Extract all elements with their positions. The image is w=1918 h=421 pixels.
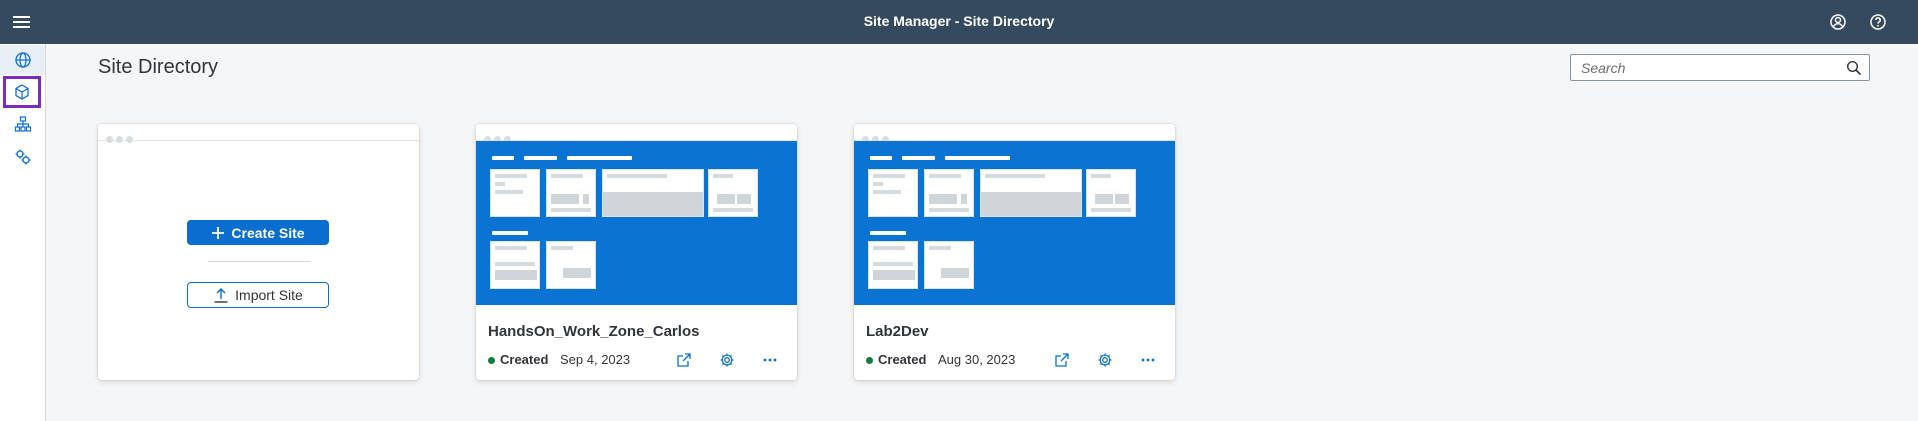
site-thumbnail[interactable] — [854, 141, 1175, 305]
nav-settings[interactable] — [0, 142, 45, 172]
search-input[interactable] — [1571, 55, 1841, 80]
side-navigation — [0, 44, 46, 421]
site-status: Created — [500, 352, 549, 367]
site-date: Aug 30, 2023 — [938, 352, 1016, 367]
overflow-icon — [1141, 358, 1155, 362]
add-icon — [212, 226, 225, 239]
divider — [208, 261, 310, 262]
settings-icon — [15, 149, 30, 165]
create-site-card: Create Site Import Site — [98, 124, 419, 380]
site-date: Sep 4, 2023 — [560, 352, 631, 367]
site-settings-button[interactable] — [1096, 351, 1114, 369]
share-icon — [1055, 353, 1069, 367]
app-title: Site Manager - Site Directory — [863, 13, 1055, 29]
import-site-label: Import Site — [235, 287, 303, 303]
status-indicator — [866, 357, 873, 364]
site-thumbnail[interactable] — [476, 141, 797, 305]
more-options-button[interactable] — [1139, 351, 1157, 369]
gear-icon — [1098, 353, 1112, 367]
open-site-button[interactable] — [675, 351, 693, 369]
page-title: Site Directory — [98, 56, 219, 78]
import-site-button[interactable]: Import Site — [187, 282, 329, 308]
globe-icon — [14, 52, 31, 68]
site-name[interactable]: HandsOn_Work_Zone_Carlos — [488, 323, 699, 340]
card-window-bar — [854, 124, 1175, 141]
gear-icon — [720, 353, 734, 367]
window-dots — [106, 130, 136, 148]
more-options-button[interactable] — [761, 351, 779, 369]
card-window-bar — [98, 124, 419, 141]
create-site-button[interactable]: Create Site — [187, 220, 329, 245]
card-window-bar — [476, 124, 797, 141]
cube-icon — [15, 84, 29, 100]
overflow-icon — [763, 358, 777, 362]
create-site-label: Create Site — [231, 224, 305, 241]
site-name[interactable]: Lab2Dev — [866, 323, 929, 340]
site-settings-button[interactable] — [718, 351, 736, 369]
share-icon — [677, 353, 691, 367]
site-status: Created — [878, 352, 927, 367]
user-icon[interactable] — [1826, 10, 1850, 34]
open-site-button[interactable] — [1053, 351, 1071, 369]
nav-channel-manager[interactable] — [0, 109, 45, 139]
status-indicator — [488, 357, 495, 364]
menu-icon[interactable] — [10, 10, 34, 34]
shell-bar: Site Manager - Site Directory — [0, 0, 1918, 44]
nav-content-manager[interactable] — [3, 76, 41, 108]
search-field[interactable] — [1570, 54, 1870, 81]
search-icon[interactable] — [1846, 60, 1862, 76]
site-card[interactable]: HandsOn_Work_Zone_Carlos Created Sep 4, … — [476, 124, 797, 380]
help-icon[interactable] — [1866, 10, 1890, 34]
hierarchy-icon — [14, 116, 31, 132]
upload-icon — [214, 288, 228, 303]
site-card[interactable]: Lab2Dev Created Aug 30, 2023 — [854, 124, 1175, 380]
nav-site-directory[interactable] — [0, 45, 45, 75]
